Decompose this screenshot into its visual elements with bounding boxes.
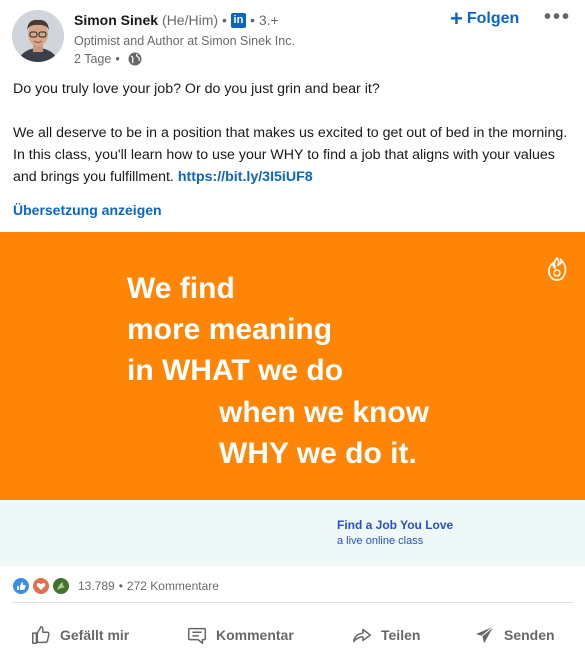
author-name[interactable]: Simon Sinek	[74, 12, 158, 28]
share-button[interactable]: Teilen	[351, 624, 420, 646]
send-icon	[475, 626, 494, 644]
image-caption-area[interactable]	[0, 500, 585, 566]
banner-line-1: We find	[127, 272, 235, 305]
avatar[interactable]	[12, 10, 64, 62]
post-age: 2 Tage	[74, 52, 112, 66]
post-link[interactable]: https://bit.ly/3I5iUF8	[178, 169, 313, 185]
more-icon[interactable]: •••	[544, 6, 571, 29]
celebrate-reaction-icon	[52, 577, 70, 595]
separator-dot: •	[249, 12, 255, 28]
separator-dot: •	[222, 12, 227, 28]
reaction-count[interactable]: 13.789	[78, 579, 115, 593]
heart-reaction-icon	[32, 577, 50, 595]
thumb-icon	[32, 626, 50, 644]
flame-icon	[548, 256, 567, 281]
post-header: Simon Sinek (He/Him) • in • 3.+ Optimist…	[0, 0, 585, 72]
plus-icon: +	[450, 6, 463, 31]
linkedin-badge-icon: in	[230, 12, 246, 28]
post-text: Do you truly love your job? Or do you ju…	[13, 78, 573, 188]
like-label: Gefällt mir	[60, 627, 130, 643]
follow-label: Folgen	[466, 10, 520, 27]
caption-title: Find a Job You Love	[337, 518, 454, 532]
banner-line-4: when we know	[219, 396, 430, 429]
send-button[interactable]: Senden	[474, 624, 555, 646]
author-pronouns: (He/Him)	[162, 12, 219, 28]
follow-button[interactable]: + Folgen	[450, 6, 520, 31]
connection-degree: 3.+	[258, 12, 279, 28]
comment-button[interactable]: Kommentar	[186, 624, 294, 646]
translate-link[interactable]: Übersetzung anzeigen	[13, 202, 162, 218]
like-reaction-icon	[12, 577, 30, 595]
author-line: Simon Sinek (He/Him) • in • 3.+	[74, 12, 279, 28]
share-arrow-icon	[353, 628, 371, 643]
divider	[12, 602, 573, 603]
avatar-image	[12, 10, 64, 62]
share-label: Teilen	[381, 627, 421, 643]
comment-label: Kommentar	[216, 627, 294, 643]
social-counts[interactable]: 13.789 • 272 Kommentare	[12, 577, 219, 595]
author-headline: Optimist and Author at Simon Sinek Inc.	[74, 34, 295, 48]
caption-subtitle: a live online class	[337, 535, 424, 547]
action-bar: Gefällt mir Kommentar Teilen Senden	[0, 616, 585, 656]
post-time: 2 Tage •	[74, 52, 142, 66]
banner-line-5: WHY we do it.	[219, 437, 417, 470]
like-button[interactable]: Gefällt mir	[30, 624, 129, 646]
separator-dot: •	[115, 52, 120, 66]
globe-icon	[128, 52, 142, 66]
comment-icon	[188, 627, 206, 644]
send-label: Senden	[504, 627, 555, 643]
post-body: We all deserve to be in a position that …	[13, 122, 573, 188]
banner-line-3: in WHAT we do	[127, 354, 344, 387]
banner-line-2: more meaning	[127, 313, 333, 346]
comment-count[interactable]: 272 Kommentare	[127, 579, 219, 593]
separator-dot: •	[118, 579, 123, 593]
post-line-1: Do you truly love your job? Or do you ju…	[13, 81, 380, 97]
